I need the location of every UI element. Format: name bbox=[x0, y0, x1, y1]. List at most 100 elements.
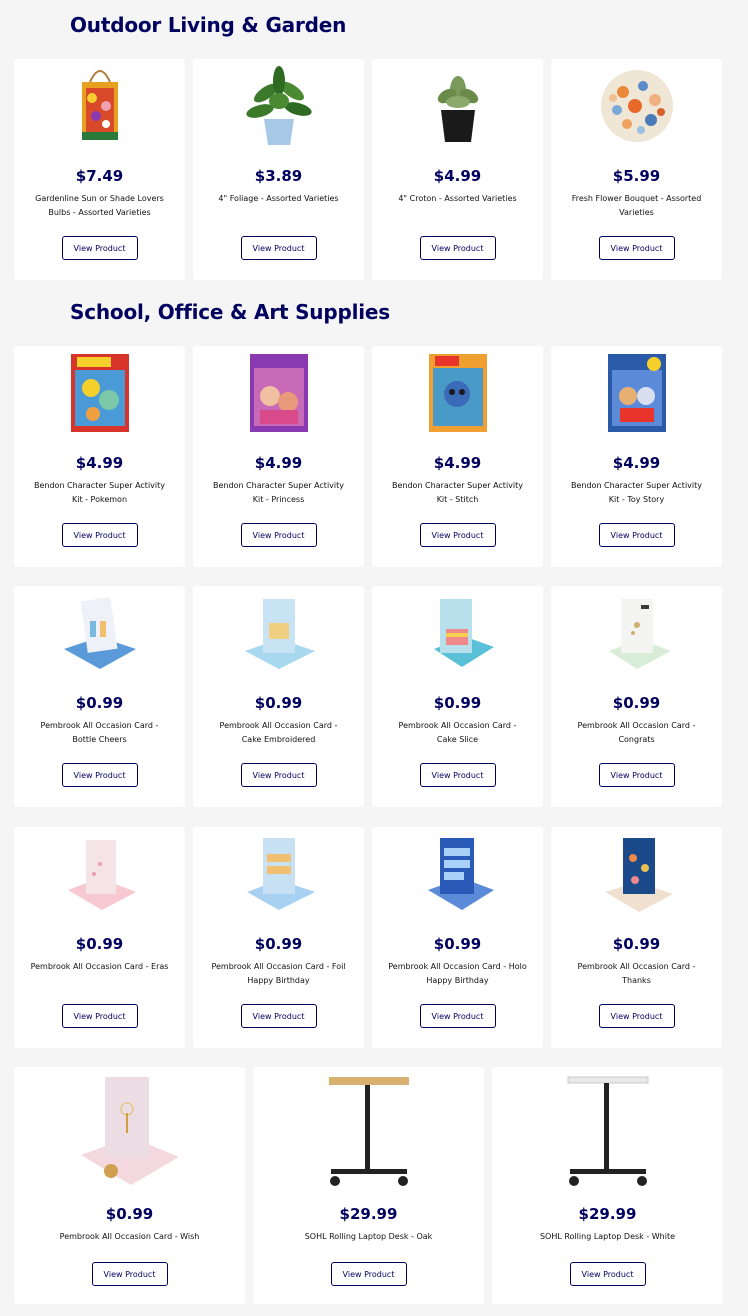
product-card[interactable]: $0.99 Pembrook All Occasion Card - Foil … bbox=[193, 827, 364, 1048]
activity-kit-stitch-image bbox=[372, 348, 543, 438]
product-card[interactable]: $0.99 Pembrook All Occasion Card - Wish … bbox=[14, 1067, 245, 1304]
product-price: $5.99 bbox=[612, 167, 661, 185]
rolling-laptop-desk-white-image bbox=[492, 1071, 723, 1191]
product-card[interactable]: $4.99 4" Croton - Assorted Varieties Vie… bbox=[372, 59, 543, 280]
product-name[interactable]: Fresh Flower Bouquet - Assorted Varietie… bbox=[567, 192, 707, 220]
activity-kit-toy-story-image bbox=[551, 348, 722, 438]
product-card[interactable]: $4.99 Bendon Character Super Activity Ki… bbox=[551, 346, 722, 567]
rolling-laptop-desk-oak-image bbox=[253, 1071, 484, 1191]
view-product-button[interactable]: View Product bbox=[61, 1004, 138, 1028]
product-card[interactable]: $3.89 4" Foliage - Assorted Varieties Vi… bbox=[193, 59, 364, 280]
product-name[interactable]: Pembrook All Occasion Card - Cake Embroi… bbox=[209, 719, 349, 747]
product-price: $4.99 bbox=[433, 454, 482, 472]
product-card[interactable]: $4.99 Bendon Character Super Activity Ki… bbox=[193, 346, 364, 567]
product-price: $4.99 bbox=[75, 454, 124, 472]
activity-kit-pokemon-image bbox=[14, 348, 185, 438]
product-price: $0.99 bbox=[254, 935, 303, 953]
product-name[interactable]: Pembrook All Occasion Card - Bottle Chee… bbox=[30, 719, 170, 747]
section-title-garden: Outdoor Living & Garden bbox=[70, 13, 347, 37]
product-name[interactable]: Pembrook All Occasion Card - Thanks bbox=[567, 960, 707, 988]
view-product-button[interactable]: View Product bbox=[240, 1004, 317, 1028]
supplies-product-grid-row-2: $0.99 Pembrook All Occasion Card - Bottl… bbox=[14, 586, 722, 807]
product-card[interactable]: $7.49 Gardenline Sun or Shade Lovers Bul… bbox=[14, 59, 185, 280]
product-price: $4.99 bbox=[612, 454, 661, 472]
view-product-button[interactable]: View Product bbox=[598, 763, 675, 787]
product-card[interactable]: $5.99 Fresh Flower Bouquet - Assorted Va… bbox=[551, 59, 722, 280]
supplies-product-grid-row-3: $0.99 Pembrook All Occasion Card - Eras … bbox=[14, 827, 722, 1048]
greeting-card-wish-image bbox=[14, 1071, 245, 1191]
product-price: $29.99 bbox=[578, 1205, 637, 1223]
product-card[interactable]: $0.99 Pembrook All Occasion Card - Cake … bbox=[193, 586, 364, 807]
product-card[interactable]: $0.99 Pembrook All Occasion Card - Bottl… bbox=[14, 586, 185, 807]
product-name[interactable]: Bendon Character Super Activity Kit - Pr… bbox=[209, 479, 349, 507]
greeting-card-eras-image bbox=[14, 829, 185, 919]
view-product-button[interactable]: View Product bbox=[419, 763, 496, 787]
product-card[interactable]: $4.99 Bendon Character Super Activity Ki… bbox=[372, 346, 543, 567]
greeting-card-cake-embroidered-image bbox=[193, 588, 364, 678]
view-product-button[interactable]: View Product bbox=[330, 1262, 407, 1286]
product-price: $0.99 bbox=[75, 935, 124, 953]
croton-plant-image bbox=[372, 61, 543, 151]
product-card[interactable]: $0.99 Pembrook All Occasion Card - Thank… bbox=[551, 827, 722, 1048]
product-card[interactable]: $0.99 Pembrook All Occasion Card - Cake … bbox=[372, 586, 543, 807]
section-title-supplies: School, Office & Art Supplies bbox=[70, 300, 390, 324]
product-name[interactable]: SOHL Rolling Laptop Desk - White bbox=[508, 1230, 708, 1258]
greeting-card-foil-happy-birthday-image bbox=[193, 829, 364, 919]
supplies-product-grid-row-1: $4.99 Bendon Character Super Activity Ki… bbox=[14, 346, 722, 567]
product-card[interactable]: $29.99 SOHL Rolling Laptop Desk - White … bbox=[492, 1067, 723, 1304]
view-product-button[interactable]: View Product bbox=[419, 1004, 496, 1028]
product-name[interactable]: Pembrook All Occasion Card - Cake Slice bbox=[388, 719, 528, 747]
foliage-plant-image bbox=[193, 61, 364, 151]
view-product-button[interactable]: View Product bbox=[598, 1004, 675, 1028]
product-card[interactable]: $0.99 Pembrook All Occasion Card - Congr… bbox=[551, 586, 722, 807]
view-product-button[interactable]: View Product bbox=[598, 523, 675, 547]
product-name[interactable]: Pembrook All Occasion Card - Eras bbox=[30, 960, 170, 988]
view-product-button[interactable]: View Product bbox=[91, 1262, 168, 1286]
product-name[interactable]: Pembrook All Occasion Card - Holo Happy … bbox=[388, 960, 528, 988]
product-price: $0.99 bbox=[433, 694, 482, 712]
supplies-product-grid-row-4: $0.99 Pembrook All Occasion Card - Wish … bbox=[14, 1067, 723, 1304]
flower-bouquet-image bbox=[551, 61, 722, 151]
product-name[interactable]: 4" Foliage - Assorted Varieties bbox=[209, 192, 349, 220]
product-name[interactable]: SOHL Rolling Laptop Desk - Oak bbox=[269, 1230, 469, 1258]
product-name[interactable]: Gardenline Sun or Shade Lovers Bulbs - A… bbox=[30, 192, 170, 220]
view-product-button[interactable]: View Product bbox=[61, 236, 138, 260]
view-product-button[interactable]: View Product bbox=[419, 523, 496, 547]
product-price: $7.49 bbox=[75, 167, 124, 185]
view-product-button[interactable]: View Product bbox=[569, 1262, 646, 1286]
product-price: $0.99 bbox=[612, 935, 661, 953]
view-product-button[interactable]: View Product bbox=[61, 763, 138, 787]
product-price: $0.99 bbox=[612, 694, 661, 712]
product-name[interactable]: Pembrook All Occasion Card - Foil Happy … bbox=[209, 960, 349, 988]
view-product-button[interactable]: View Product bbox=[419, 236, 496, 260]
product-card[interactable]: $0.99 Pembrook All Occasion Card - Holo … bbox=[372, 827, 543, 1048]
bulb-bag-image bbox=[14, 61, 185, 151]
product-price: $4.99 bbox=[433, 167, 482, 185]
product-price: $4.99 bbox=[254, 454, 303, 472]
view-product-button[interactable]: View Product bbox=[240, 236, 317, 260]
garden-product-grid: $7.49 Gardenline Sun or Shade Lovers Bul… bbox=[14, 59, 722, 280]
product-card[interactable]: $4.99 Bendon Character Super Activity Ki… bbox=[14, 346, 185, 567]
view-product-button[interactable]: View Product bbox=[240, 763, 317, 787]
product-price: $0.99 bbox=[433, 935, 482, 953]
product-name[interactable]: Bendon Character Super Activity Kit - St… bbox=[388, 479, 528, 507]
product-name[interactable]: Bendon Character Super Activity Kit - To… bbox=[567, 479, 707, 507]
greeting-card-thanks-image bbox=[551, 829, 722, 919]
greeting-card-holo-happy-birthday-image bbox=[372, 829, 543, 919]
product-card[interactable]: $0.99 Pembrook All Occasion Card - Eras … bbox=[14, 827, 185, 1048]
product-name[interactable]: 4" Croton - Assorted Varieties bbox=[388, 192, 528, 220]
product-price: $3.89 bbox=[254, 167, 303, 185]
view-product-button[interactable]: View Product bbox=[240, 523, 317, 547]
product-price: $0.99 bbox=[254, 694, 303, 712]
product-name[interactable]: Bendon Character Super Activity Kit - Po… bbox=[30, 479, 170, 507]
product-price: $29.99 bbox=[339, 1205, 398, 1223]
product-name[interactable]: Pembrook All Occasion Card - Wish bbox=[30, 1230, 230, 1258]
product-price: $0.99 bbox=[75, 694, 124, 712]
view-product-button[interactable]: View Product bbox=[598, 236, 675, 260]
product-card[interactable]: $29.99 SOHL Rolling Laptop Desk - Oak Vi… bbox=[253, 1067, 484, 1304]
greeting-card-cake-slice-image bbox=[372, 588, 543, 678]
greeting-card-congrats-image bbox=[551, 588, 722, 678]
view-product-button[interactable]: View Product bbox=[61, 523, 138, 547]
product-price: $0.99 bbox=[105, 1205, 154, 1223]
product-name[interactable]: Pembrook All Occasion Card - Congrats bbox=[567, 719, 707, 747]
